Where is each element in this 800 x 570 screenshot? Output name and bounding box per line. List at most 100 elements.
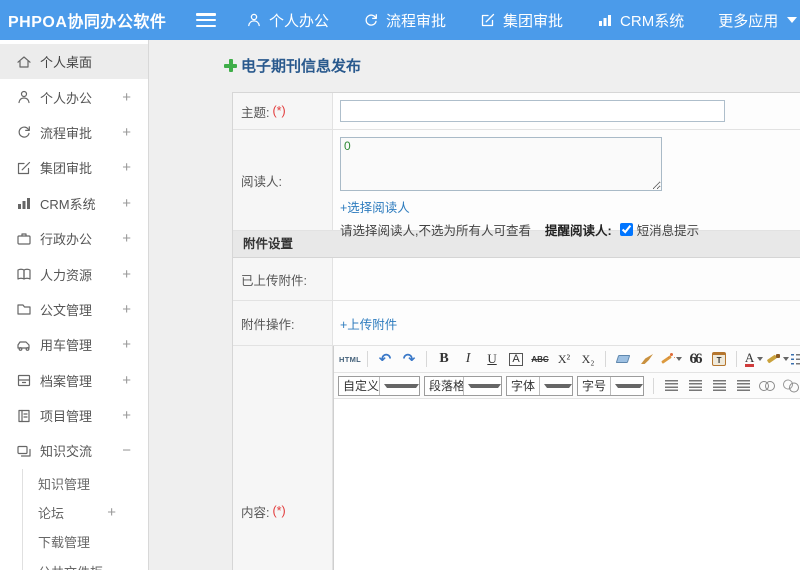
expand-toggle[interactable]: + [122, 195, 131, 212]
upload-attachment-link[interactable]: +上传附件 [340, 314, 397, 333]
editor-content-area[interactable] [334, 399, 800, 570]
chevron-down-icon [467, 383, 501, 388]
subject-input[interactable] [340, 100, 725, 122]
align-right-button[interactable] [708, 375, 730, 396]
sidebar-item-admin-office[interactable]: 行政办公 + [0, 221, 148, 256]
sidebar-item-label: 项目管理 [40, 409, 93, 425]
superscript-button[interactable]: X² [553, 349, 575, 370]
readers-label: 阅读人: [241, 174, 282, 189]
remove-link-button[interactable] [780, 375, 800, 396]
sidebar-item-personal-desktop[interactable]: 个人桌面 [0, 44, 148, 80]
submenu-item-public-file-cabinet[interactable]: 公共文件柜 [23, 557, 148, 570]
sidebar-item-document-mgmt[interactable]: 公文管理 + [0, 292, 148, 327]
expand-toggle[interactable]: + [122, 407, 131, 424]
nav-crm-system[interactable]: CRM系统 [597, 10, 684, 31]
sidebar-item-label: 档案管理 [40, 373, 93, 389]
chevron-down-icon [544, 383, 572, 388]
sidebar-item-knowledge-exchange[interactable]: 知识交流 − [0, 433, 148, 468]
expand-toggle[interactable]: − [122, 442, 131, 459]
heading-select[interactable]: 自定义标题 [338, 375, 420, 396]
expand-toggle[interactable]: + [122, 230, 131, 247]
source-code-button[interactable]: HTML [339, 349, 361, 370]
page-title-text: 电子期刊信息发布 [241, 58, 362, 75]
nav-personal-office[interactable]: 个人办公 [246, 10, 329, 31]
underline-button[interactable]: U [481, 349, 503, 370]
edit-square-icon [16, 160, 32, 176]
form-row-attachment-ops: 附件操作: +上传附件 [233, 301, 800, 346]
main-content: 电子期刊信息发布 主题: (*) 阅读人: 0 +选择阅读人 请选择阅读人,不选… [150, 40, 800, 570]
align-left-icon [664, 380, 678, 391]
sidebar-item-hr[interactable]: 人力资源 + [0, 256, 148, 291]
font-border-button[interactable]: A [509, 352, 523, 366]
expand-toggle[interactable]: + [122, 372, 131, 389]
sidebar-item-archive-mgmt[interactable]: 档案管理 + [0, 363, 148, 398]
bar-chart-icon [16, 195, 32, 211]
insert-link-button[interactable] [756, 375, 778, 396]
paste-as-text-button[interactable]: T [708, 349, 730, 370]
nav-label: 流程审批 [386, 12, 447, 30]
submenu-item-download-mgmt[interactable]: 下载管理 [23, 527, 148, 556]
expand-toggle[interactable]: + [122, 336, 131, 353]
page-title: 电子期刊信息发布 [224, 55, 361, 76]
sidebar-item-label: 个人办公 [40, 90, 93, 106]
highlighter-icon [767, 353, 781, 366]
strikethrough-button[interactable]: ABC [529, 349, 551, 370]
align-center-button[interactable] [684, 375, 706, 396]
user-icon [16, 89, 32, 105]
sidebar-item-project-mgmt[interactable]: 项目管理 + [0, 398, 148, 433]
content-label: 内容: [241, 505, 270, 520]
nav-more-apps[interactable]: 更多应用 [718, 10, 798, 31]
font-family-select[interactable]: 字体 [506, 375, 573, 396]
knowledge-submenu: 知识管理 论坛 + 下载管理 公共文件柜 [22, 468, 148, 570]
workflow-cycle-icon [16, 124, 32, 140]
select-readers-link[interactable]: +选择阅读人 [340, 201, 410, 215]
required-mark: (*) [272, 104, 286, 118]
italic-button[interactable]: I [457, 349, 479, 370]
bold-button[interactable]: B [433, 349, 455, 370]
rich-text-editor: HTML ↶ ↷ B I U A ABC X² X₂ 66 T A 自定义 段落… [333, 346, 800, 570]
paragraph-format-select[interactable]: 段落格式 [424, 375, 502, 396]
format-painter-button[interactable] [636, 349, 658, 370]
readers-textarea[interactable]: 0 [340, 137, 662, 191]
blockquote-button[interactable]: 66 [684, 349, 706, 370]
expand-toggle[interactable]: + [107, 504, 116, 521]
sidebar-item-workflow-approval[interactable]: 流程审批 + [0, 115, 148, 150]
highlight-color-button[interactable] [767, 349, 790, 370]
redo-icon[interactable]: ↷ [398, 349, 420, 370]
sidebar-item-group-approval[interactable]: 集团审批 + [0, 150, 148, 185]
readers-hint-line: 请选择阅读人,不选为所有人可查看 提醒阅读人: 短消息提示 [340, 220, 800, 239]
form-row-subject: 主题: (*) [233, 93, 800, 130]
remove-format-button[interactable] [612, 349, 634, 370]
submenu-item-forum[interactable]: 论坛 + [23, 498, 148, 527]
expand-toggle[interactable]: + [122, 89, 131, 106]
expand-toggle[interactable]: + [122, 124, 131, 141]
sidebar-item-personal-office[interactable]: 个人办公 + [0, 79, 148, 114]
font-family-select-value: 字体 [511, 379, 536, 393]
nav-workflow-approval[interactable]: 流程审批 [363, 10, 446, 31]
expand-toggle[interactable]: + [122, 266, 131, 283]
hamburger-menu-icon[interactable] [196, 13, 216, 27]
readers-label-cell: 阅读人: [233, 130, 333, 230]
font-size-select[interactable]: 字号 [577, 375, 644, 396]
archive-box-icon [16, 372, 32, 388]
expand-toggle[interactable]: + [122, 159, 131, 176]
sidebar-item-label: 行政办公 [40, 232, 93, 248]
align-left-button[interactable] [660, 375, 682, 396]
submenu-item-knowledge-mgmt[interactable]: 知识管理 [23, 469, 148, 498]
subject-label-cell: 主题: (*) [233, 93, 333, 129]
sidebar-item-crm[interactable]: CRM系统 + [0, 186, 148, 221]
expand-toggle[interactable]: + [122, 301, 131, 318]
ordered-list-button[interactable] [791, 349, 800, 370]
font-color-button[interactable]: A [743, 349, 765, 370]
sidebar-item-vehicle-mgmt[interactable]: 用车管理 + [0, 327, 148, 362]
brush-icon [641, 354, 654, 364]
folder-icon [16, 301, 32, 317]
undo-icon[interactable]: ↶ [374, 349, 396, 370]
attachment-op-label: 附件操作: [241, 317, 295, 332]
sms-remind-checkbox[interactable] [619, 223, 633, 236]
autoformat-button[interactable] [660, 349, 683, 370]
chevron-down-icon [676, 357, 683, 361]
subscript-button[interactable]: X₂ [577, 349, 599, 370]
nav-group-approval[interactable]: 集团审批 [480, 10, 563, 31]
justify-button[interactable] [732, 375, 754, 396]
